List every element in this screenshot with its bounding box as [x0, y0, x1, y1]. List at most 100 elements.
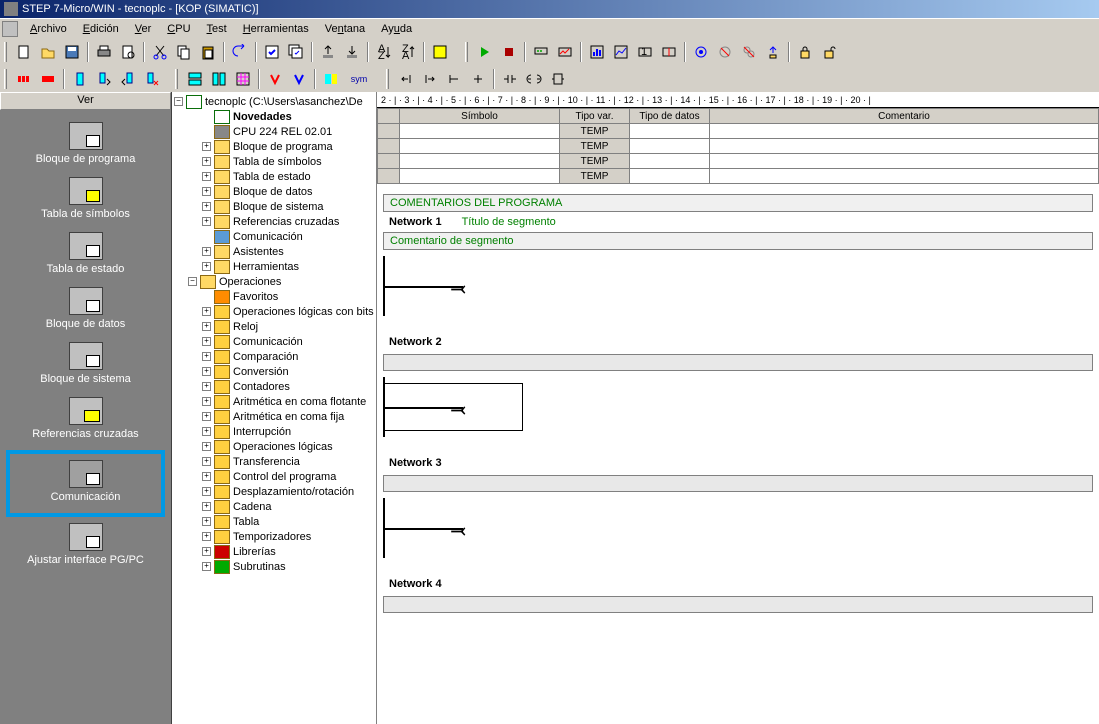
open-button[interactable]: [37, 41, 59, 63]
nav-item-bloque-de-sistema[interactable]: Bloque de sistema: [0, 338, 171, 393]
tree-item[interactable]: Control del programa: [233, 471, 336, 483]
bookmark-next-button[interactable]: [93, 68, 115, 90]
monitor-button[interactable]: [530, 41, 552, 63]
expand-icon[interactable]: +: [202, 217, 211, 226]
network-view-button[interactable]: [184, 68, 206, 90]
tree-item[interactable]: Favoritos: [233, 291, 278, 303]
tree-item[interactable]: Temporizadores: [233, 531, 311, 543]
contact-button[interactable]: [499, 68, 521, 90]
menu-herramientas[interactable]: Herramientas: [235, 21, 317, 37]
tree-item[interactable]: Librerías: [233, 546, 276, 558]
force-button[interactable]: [690, 41, 712, 63]
expand-icon[interactable]: +: [202, 262, 211, 271]
system-menu-icon[interactable]: [2, 21, 18, 37]
tree-item[interactable]: Herramientas: [233, 261, 299, 273]
expand-icon[interactable]: +: [202, 157, 211, 166]
tree-item[interactable]: Reloj: [233, 321, 258, 333]
tree-item[interactable]: Comparación: [233, 351, 298, 363]
cut-button[interactable]: [149, 41, 171, 63]
tree-item[interactable]: Referencias cruzadas: [233, 216, 339, 228]
expand-icon[interactable]: +: [202, 412, 211, 421]
tree-item[interactable]: CPU 224 REL 02.01: [233, 126, 332, 138]
address-button[interactable]: [264, 68, 286, 90]
tree-item[interactable]: Interrupción: [233, 426, 291, 438]
expand-icon[interactable]: +: [202, 502, 211, 511]
toggle-view-button[interactable]: [320, 68, 342, 90]
table-header[interactable]: Comentario: [710, 109, 1099, 124]
toolbar-grip[interactable]: [465, 42, 468, 62]
menu-ayuda[interactable]: Ayuda: [373, 21, 420, 37]
tree-item[interactable]: Aritmética en coma flotante: [233, 396, 366, 408]
segment-bar[interactable]: [383, 596, 1093, 613]
program-comment-header[interactable]: COMENTARIOS DEL PROGRAMA: [383, 194, 1093, 212]
menu-archivo[interactable]: Archivo: [22, 21, 75, 37]
expand-icon[interactable]: +: [202, 307, 211, 316]
options-button[interactable]: [429, 41, 451, 63]
tree-item[interactable]: Comunicación: [233, 336, 303, 348]
paste-button[interactable]: [197, 41, 219, 63]
symbol-button[interactable]: [288, 68, 310, 90]
tree-item[interactable]: Desplazamiento/rotación: [233, 486, 354, 498]
expand-icon[interactable]: +: [202, 352, 211, 361]
run-button[interactable]: [474, 41, 496, 63]
expand-icon[interactable]: +: [202, 367, 211, 376]
segment-bar[interactable]: [383, 354, 1093, 371]
menu-cpu[interactable]: CPU: [159, 21, 198, 37]
expand-icon[interactable]: +: [202, 457, 211, 466]
segment-comment[interactable]: Comentario de segmento: [383, 232, 1093, 250]
status-chart-button[interactable]: [586, 41, 608, 63]
insert-left-button[interactable]: [395, 68, 417, 90]
toolbar-grip[interactable]: [4, 42, 7, 62]
project-tree[interactable]: −tecnoplc (C:\Users\asanchez\De Novedade…: [172, 92, 377, 724]
toolbar-grip[interactable]: [4, 69, 7, 89]
expand-icon[interactable]: +: [202, 142, 211, 151]
table-row[interactable]: TEMP: [378, 169, 1099, 184]
tree-item[interactable]: Operaciones lógicas con bits: [233, 306, 374, 318]
tree-item[interactable]: Bloque de datos: [233, 186, 313, 198]
grid-toggle-button[interactable]: [232, 68, 254, 90]
network-header[interactable]: Network 4: [383, 574, 1093, 594]
nav-item-tabla-de-estado[interactable]: Tabla de estado: [0, 228, 171, 283]
expand-icon[interactable]: +: [202, 442, 211, 451]
insert-right-button[interactable]: [419, 68, 441, 90]
tree-operations[interactable]: Operaciones: [219, 276, 281, 288]
print-button[interactable]: [93, 41, 115, 63]
unforce-button[interactable]: [714, 41, 736, 63]
expand-icon[interactable]: +: [202, 202, 211, 211]
tree-item[interactable]: Subrutinas: [233, 561, 286, 573]
table-header[interactable]: [378, 109, 400, 124]
print-preview-button[interactable]: [117, 41, 139, 63]
trend-button[interactable]: [610, 41, 632, 63]
tree-item[interactable]: Tabla de estado: [233, 171, 311, 183]
insert-vert-button[interactable]: [467, 68, 489, 90]
copy-button[interactable]: [173, 41, 195, 63]
info-toggle-button[interactable]: [37, 68, 59, 90]
tree-item[interactable]: Asistentes: [233, 246, 284, 258]
tree-item[interactable]: Conversión: [233, 366, 289, 378]
menu-test[interactable]: Test: [199, 21, 235, 37]
toolbar-grip[interactable]: [386, 69, 389, 89]
variable-table[interactable]: SímboloTipo var.Tipo de datosComentario …: [377, 108, 1099, 184]
network-header[interactable]: Network 1Título de segmento: [383, 212, 1093, 232]
toolbar-grip[interactable]: [175, 69, 178, 89]
tree-item[interactable]: Aritmética en coma fija: [233, 411, 344, 423]
tree-item[interactable]: Contadores: [233, 381, 290, 393]
new-button[interactable]: [13, 41, 35, 63]
nav-item-ajustar-interface-pg/pc[interactable]: Ajustar interface PG/PC: [0, 519, 171, 574]
expand-icon[interactable]: +: [202, 187, 211, 196]
table-header[interactable]: Tipo de datos: [630, 109, 710, 124]
compile-button[interactable]: [261, 41, 283, 63]
poe-view-button[interactable]: [208, 68, 230, 90]
tree-item[interactable]: Tabla: [233, 516, 259, 528]
nav-item-referencias-cruzadas[interactable]: Referencias cruzadas: [0, 393, 171, 448]
sort-asc-button[interactable]: AZ: [373, 41, 395, 63]
sort-desc-button[interactable]: ZA: [397, 41, 419, 63]
download-button[interactable]: [341, 41, 363, 63]
segment-bar[interactable]: [383, 475, 1093, 492]
tree-item[interactable]: Tabla de símbolos: [233, 156, 322, 168]
single-read-button[interactable]: 1: [634, 41, 656, 63]
box-button[interactable]: [547, 68, 569, 90]
expand-icon[interactable]: +: [202, 427, 211, 436]
ladder-rung[interactable]: ⤙: [383, 377, 1093, 437]
lock-button[interactable]: [794, 41, 816, 63]
